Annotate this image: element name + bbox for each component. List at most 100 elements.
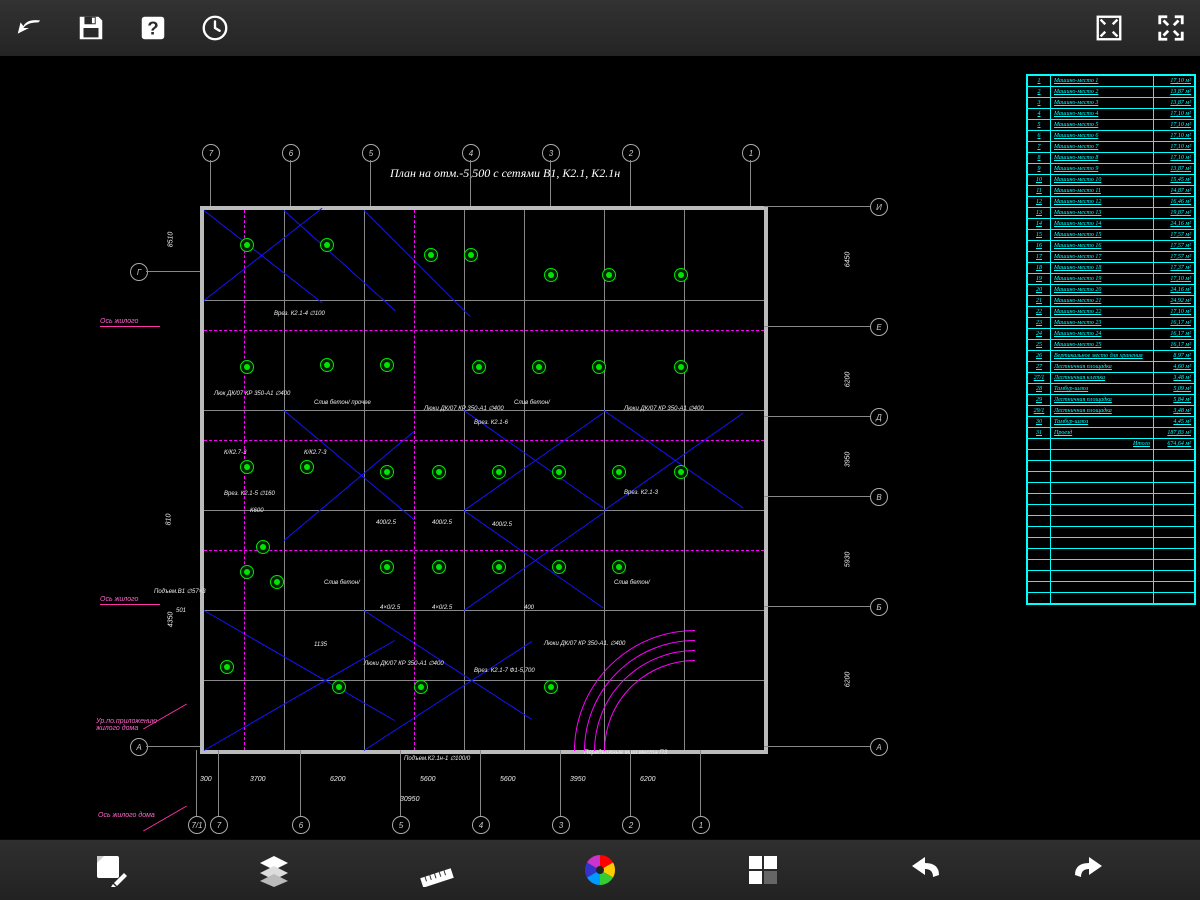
cad-label: Слив бетон/: [514, 400, 550, 406]
layers-button[interactable]: [255, 851, 293, 889]
cad-label: 1135: [314, 642, 327, 648]
dimension: 6200: [330, 776, 346, 783]
schedule-row: 9Машино-место 913,87 м²: [1028, 164, 1195, 175]
axis-bubble: 1: [742, 144, 760, 162]
schedule-row: 29Лестничная площадка5,84 м²: [1028, 395, 1195, 406]
schedule-row: 18Машино-место 1817,37 м²: [1028, 263, 1195, 274]
schedule-row: 15Машино-место 1517,57 м²: [1028, 230, 1195, 241]
back-button[interactable]: [12, 11, 46, 45]
axis-bubble: 7: [210, 816, 228, 834]
fullscreen-icon: [1156, 13, 1186, 43]
undo-icon: [909, 853, 943, 887]
axis-bubble: 5: [392, 816, 410, 834]
schedule-row: 31Проезд187,83 м²: [1028, 428, 1195, 439]
note-pencil-icon: [94, 853, 128, 887]
schedule-row: 22Машино-место 2217,10 м²: [1028, 307, 1195, 318]
drawing-title: План на отм.-5,500 с сетями В1, К2.1, К2…: [390, 166, 620, 181]
redo-button[interactable]: [1069, 851, 1107, 889]
cad-label: Слив бетон/: [614, 580, 650, 586]
cad-label: 400/2.5: [376, 520, 396, 526]
cad-label: Врез. К2.1-4 ∅100: [274, 310, 325, 317]
axis-bubble: Б: [870, 598, 888, 616]
schedule-row: 1Машино-место 117,10 м²: [1028, 76, 1195, 87]
cad-label: Врез. К2.1-3: [624, 490, 658, 496]
dimension: 4350: [167, 612, 174, 628]
svg-text:?: ?: [147, 18, 158, 39]
cad-label: Подъем.К2.1н-1 ∅100/0: [404, 755, 470, 762]
floor-plan: Люк ДК/07 КР 350-А1 ∅400 Врез. К2.1-4 ∅1…: [200, 206, 768, 754]
zoom-extents-button[interactable]: [1092, 11, 1126, 45]
schedule-row: 3Машино-место 313,87 м²: [1028, 98, 1195, 109]
schedule-row: 6Машино-место 617,10 м²: [1028, 131, 1195, 142]
measure-button[interactable]: [418, 851, 456, 889]
dimension: 5600: [420, 776, 436, 783]
cad-label: Врез. К2.1-6: [474, 420, 508, 426]
axis-bubble: 7/1: [188, 816, 206, 834]
schedule-row: 20Машино-место 2024,16 м²: [1028, 285, 1195, 296]
cad-label: Подъем.В1 ∅57×3: [154, 588, 206, 595]
schedule-row: 27Лестничная площадка4,60 м²: [1028, 362, 1195, 373]
schedule-row: 26Вертикальное место для хранения8,97 м²: [1028, 351, 1195, 362]
cad-label: Врез. К2.1-7 Ф1-5,700: [474, 668, 535, 674]
room-schedule: 1Машино-место 117,10 м²2Машино-место 213…: [1026, 74, 1196, 605]
save-icon: [76, 13, 106, 43]
axis-bubble: 7: [202, 144, 220, 162]
schedule-row: 10Машино-место 1015,45 м²: [1028, 175, 1195, 186]
schedule-row: 16Машино-место 1617,57 м²: [1028, 241, 1195, 252]
views-icon: [746, 853, 780, 887]
cad-label: К600: [250, 508, 264, 514]
dimension: 300: [200, 776, 212, 783]
axis-bubble: В: [870, 488, 888, 506]
layers-icon: [257, 853, 291, 887]
axis-bubble: 5: [362, 144, 380, 162]
cad-label: Люки ДК/07 КР 350-А1 ∅400: [624, 405, 704, 412]
redo-icon: [1071, 853, 1105, 887]
note: Ур.по.приложению жилого дома: [96, 718, 176, 732]
color-wheel-icon: [583, 853, 617, 887]
color-button[interactable]: [581, 851, 619, 889]
dimension: 6200: [640, 776, 656, 783]
schedule-row: 19Машино-место 1917,10 м²: [1028, 274, 1195, 285]
help-icon: ?: [138, 13, 168, 43]
schedule-row: 14Машино-место 1424,16 м²: [1028, 219, 1195, 230]
axis-bubble: Г: [130, 263, 148, 281]
cad-label: Люки ДК/07 КР 350-А1. ∅400: [544, 640, 625, 647]
zoom-extents-icon: [1094, 13, 1124, 43]
save-button[interactable]: [74, 11, 108, 45]
axis-bubble: А: [130, 738, 148, 756]
history-button[interactable]: [198, 11, 232, 45]
schedule-row: 11Машино-место 1114,87 м²: [1028, 186, 1195, 197]
help-button[interactable]: ?: [136, 11, 170, 45]
axis-bubble: А: [870, 738, 888, 756]
cad-label: 4×0/2.5: [432, 605, 452, 611]
axis-bubble: 4: [462, 144, 480, 162]
dim-total: 30950: [400, 796, 419, 803]
dimension: 6200: [844, 372, 851, 388]
back-arrow-icon: [14, 13, 44, 43]
schedule-row: 7Машино-место 717,10 м²: [1028, 142, 1195, 153]
schedule-row: 4Машино-место 417,10 м²: [1028, 109, 1195, 120]
cad-label: Люки ДК/07 КР 350-А1 ∅400: [424, 405, 504, 412]
cad-label: К/К2.7-3: [304, 450, 326, 456]
undo-button[interactable]: [907, 851, 945, 889]
dimension: 6200: [844, 672, 851, 688]
schedule-row: 2Машино-место 213,87 м²: [1028, 87, 1195, 98]
annotate-button[interactable]: [92, 851, 130, 889]
cad-label: 400/2.5: [432, 520, 452, 526]
schedule-row: 5Машино-место 517,10 м²: [1028, 120, 1195, 131]
note: Ось жилого: [100, 596, 138, 603]
views-button[interactable]: [744, 851, 782, 889]
cad-label: 4×0/2.5: [380, 605, 400, 611]
dimension: 3700: [250, 776, 266, 783]
axis-bubble: И: [870, 198, 888, 216]
axis-bubble: 4: [472, 816, 490, 834]
cad-label: 501: [176, 608, 186, 614]
dimension: 8510: [167, 232, 174, 248]
schedule-row: 12Машино-место 1216,46 м²: [1028, 197, 1195, 208]
drawing-canvas[interactable]: План на отм.-5,500 с сетями В1, К2.1, К2…: [0, 56, 1200, 840]
fullscreen-button[interactable]: [1154, 11, 1188, 45]
axis-bubble: 2: [622, 816, 640, 834]
axis-bubble: Е: [870, 318, 888, 336]
cad-label: Врез. К2.1-5 ∅160: [224, 490, 275, 497]
schedule-row: 27/1Лестничная клетка3,48 м²: [1028, 373, 1195, 384]
